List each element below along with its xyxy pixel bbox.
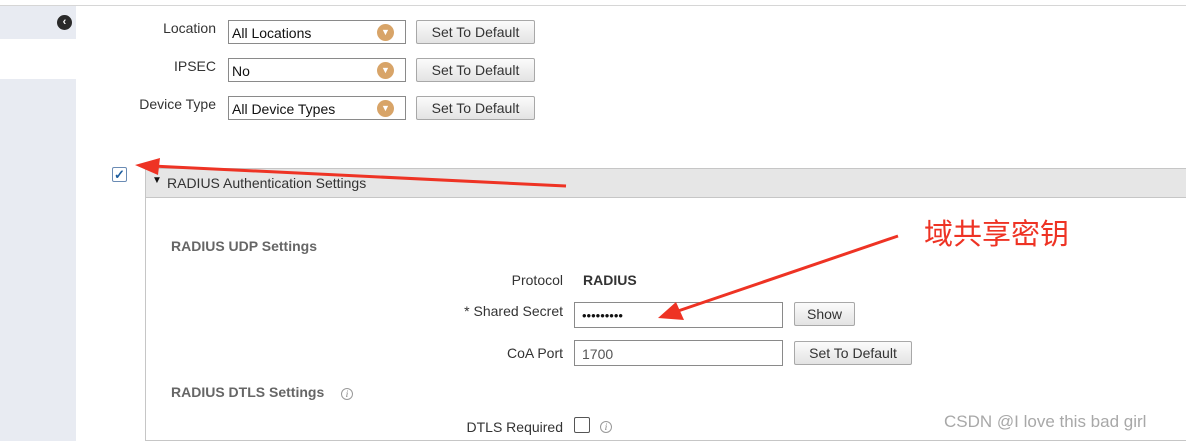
arrow-to-shared-secret (677, 234, 899, 313)
annotation-label: 域共享密钥 (924, 219, 1070, 251)
arrow-to-checkbox (151, 164, 567, 188)
arrowhead-checkbox (135, 158, 160, 175)
watermark: CSDN @I love this bad girl (944, 412, 1147, 431)
